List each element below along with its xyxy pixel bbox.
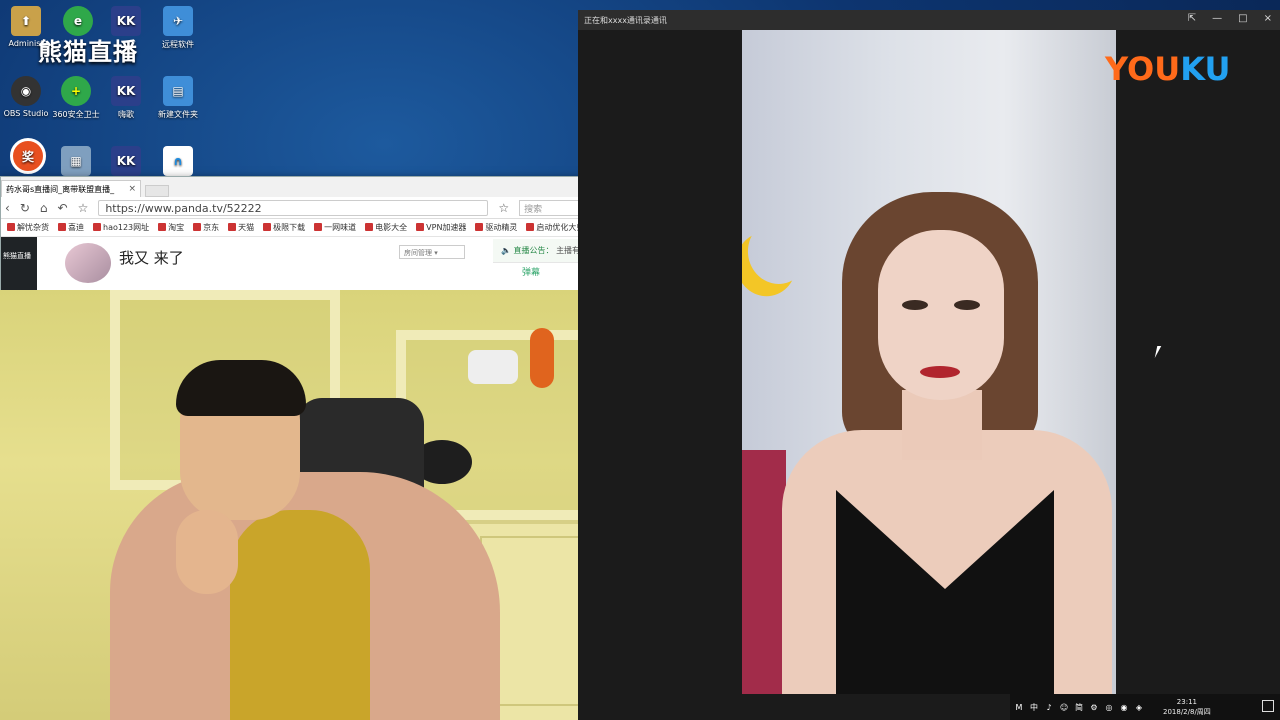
moon-sticker: [743, 215, 813, 288]
bookmark-item[interactable]: 解忧杂货: [7, 222, 49, 233]
watermark-part: KU: [1180, 50, 1231, 88]
streamer-hair: [176, 360, 306, 416]
desktop-icon-label: 远程软件: [162, 40, 194, 49]
bookmark-item[interactable]: 电影大全: [365, 222, 407, 233]
desktop: ⬆ Administ e KK ✈ 远程软件 熊猫直播 ◉ OBS Studio…: [0, 0, 1280, 720]
desktop-icon-kk3[interactable]: KK: [100, 146, 152, 179]
desktop-icon-app[interactable]: ∩: [152, 146, 204, 179]
guest-lips: [920, 366, 960, 378]
bookmark-star-icon[interactable]: ☆: [78, 201, 89, 215]
desktop-icon-newfolder[interactable]: ▤ 新建文件夹: [152, 76, 204, 120]
kk-app-icon: KK: [111, 76, 141, 106]
favorite-icon[interactable]: ☆: [498, 201, 509, 215]
desktop-icon-label: 360安全卫士: [52, 110, 100, 119]
emoji-icon[interactable]: ☺: [1059, 702, 1069, 712]
bookmark-item[interactable]: 天猫: [228, 222, 254, 233]
bookmark-item[interactable]: 京东: [193, 222, 219, 233]
bookmark-item[interactable]: hao123网址: [93, 222, 149, 233]
language-icon[interactable]: 中: [1029, 702, 1039, 712]
avatar[interactable]: [65, 243, 111, 283]
tab-danmaku[interactable]: 弹幕: [493, 265, 569, 278]
desktop-icon-label: OBS Studio: [3, 109, 49, 118]
image-icon: ▦: [61, 146, 91, 176]
panda-live-logo: 熊猫直播: [38, 38, 138, 66]
guest-eye: [954, 300, 980, 310]
streamer-shirt: [230, 510, 370, 720]
network-icon[interactable]: ◎: [1104, 702, 1114, 712]
desktop-icon-360[interactable]: + 360安全卫士: [50, 76, 102, 120]
youku-watermark: YOUKU: [1105, 50, 1230, 88]
tab-title: 药水哥s直播间_离带联盟直播_: [6, 185, 115, 194]
app-arch-icon: ∩: [163, 146, 193, 176]
guest-eye: [902, 300, 928, 310]
settings-icon[interactable]: ⚙: [1089, 702, 1099, 712]
system-tray: M 中 ♪ ☺ 简 ⚙ ◎ ◉ ◈ 23:11 2018/2/8/周四: [1010, 694, 1280, 720]
speaker-icon: 🔈: [501, 246, 511, 255]
clock-date: 2018/2/8/周四: [1163, 708, 1211, 716]
simplified-icon[interactable]: 简: [1074, 702, 1084, 712]
back-icon[interactable]: ‹: [5, 201, 10, 215]
desktop-icon-label: 新建文件夹: [158, 110, 198, 119]
desktop-icon-reward[interactable]: 奖: [2, 138, 54, 177]
video-chat-window: 正在和xxxx通讯录通讯 ⇱ — □ × YOUKU: [578, 10, 1280, 720]
bookmark-item[interactable]: 驱动精灵: [475, 222, 517, 233]
desktop-icon-kk2[interactable]: KK 嗨歌: [100, 76, 152, 120]
clock-time: 23:11: [1176, 698, 1197, 706]
clock[interactable]: 23:11 2018/2/8/周四: [1163, 697, 1211, 717]
streamer-hand: [176, 510, 238, 594]
sidebar-label: 熊猫直播: [3, 252, 31, 260]
site-sidebar: 熊猫直播: [1, 237, 37, 295]
room-manage-button[interactable]: 房间管理 ▾: [399, 245, 465, 259]
folder-user-icon: ⬆: [11, 6, 41, 36]
popout-button[interactable]: ⇱: [1188, 13, 1196, 24]
undo-icon[interactable]: ↶: [58, 201, 68, 215]
chat-title: 正在和xxxx通讯录通讯: [584, 16, 667, 25]
desktop-icon-obs[interactable]: ◉ OBS Studio: [0, 76, 52, 118]
remote-software-icon: ✈: [163, 6, 193, 36]
tab-close-icon[interactable]: ×: [128, 184, 136, 194]
desktop-icon-label: 嗨歌: [118, 110, 134, 119]
desktop-icon-remote[interactable]: ✈ 远程软件: [152, 6, 204, 50]
folder-icon: ▤: [163, 76, 193, 106]
guest-neck: [902, 390, 982, 460]
kk-app-icon: KK: [111, 146, 141, 176]
figurine: [530, 328, 554, 388]
moon-icon[interactable]: ♪: [1044, 702, 1054, 712]
bookmark-item[interactable]: 极限下载: [263, 222, 305, 233]
guest-video-feed: [742, 30, 1116, 694]
bookmark-item[interactable]: 一网味道: [314, 222, 356, 233]
chat-titlebar: 正在和xxxx通讯录通讯 ⇱ — □ ×: [578, 10, 1280, 30]
volume-icon[interactable]: ◈: [1134, 702, 1144, 712]
close-button[interactable]: ×: [1264, 13, 1272, 24]
home-icon[interactable]: ⌂: [40, 201, 48, 215]
cat-figurine: [468, 350, 518, 384]
notification-icon[interactable]: [1262, 700, 1274, 712]
chat-window-controls: ⇱ — □ ×: [1188, 13, 1272, 24]
minimize-button[interactable]: —: [1212, 13, 1222, 24]
refresh-icon[interactable]: ↻: [20, 201, 30, 215]
room-title: 我又 来了: [119, 249, 184, 267]
bookmark-item[interactable]: 启动优化大师: [526, 222, 584, 233]
browser-tab[interactable]: 药水哥s直播间_离带联盟直播_ ×: [1, 180, 141, 197]
obs-studio-icon: ◉: [11, 76, 41, 106]
bookmark-item[interactable]: 喜迪: [58, 222, 84, 233]
security-guard-icon: +: [61, 76, 91, 106]
security-icon[interactable]: ◉: [1119, 702, 1129, 712]
input-method-icon[interactable]: M: [1014, 702, 1024, 712]
maximize-button[interactable]: □: [1238, 13, 1247, 24]
reward-icon: 奖: [10, 138, 46, 174]
watermark-part: YOU: [1105, 50, 1181, 88]
sofa: [742, 450, 786, 694]
notice-label: 直播公告：: [513, 246, 554, 255]
bookmark-item[interactable]: VPN加速器: [416, 222, 466, 233]
new-tab-button[interactable]: [145, 185, 169, 197]
desktop-icon-image[interactable]: ▦: [50, 146, 102, 179]
bookmark-item[interactable]: 淘宝: [158, 222, 184, 233]
url-input[interactable]: https://www.panda.tv/52222: [98, 199, 489, 216]
